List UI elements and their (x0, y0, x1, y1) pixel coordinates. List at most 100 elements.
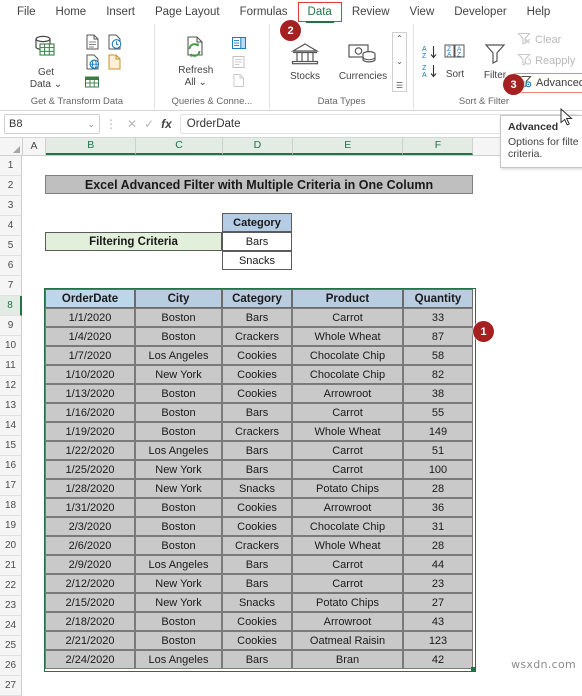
row-header-26[interactable]: 26 (0, 656, 22, 676)
row-header-21[interactable]: 21 (0, 556, 22, 576)
table-cell[interactable]: Boston (135, 327, 222, 346)
tab-developer[interactable]: Developer (445, 3, 515, 21)
table-cell[interactable]: 44 (403, 555, 473, 574)
table-cell[interactable]: 27 (403, 593, 473, 612)
table-cell[interactable]: 2/3/2020 (45, 517, 135, 536)
table-cell[interactable]: Whole Wheat (292, 422, 403, 441)
table-header-city[interactable]: City (135, 289, 222, 308)
insert-function-icon[interactable]: fx (161, 117, 172, 131)
row-header-2[interactable]: 2 (0, 176, 22, 196)
table-cell[interactable]: Carrot (292, 308, 403, 327)
table-cell[interactable]: 23 (403, 574, 473, 593)
table-cell[interactable]: 2/15/2020 (45, 593, 135, 612)
tab-home[interactable]: Home (47, 3, 96, 21)
table-cell[interactable]: Boston (135, 631, 222, 650)
row-header-16[interactable]: 16 (0, 456, 22, 476)
table-cell[interactable]: 2/6/2020 (45, 536, 135, 555)
table-cell[interactable]: 100 (403, 460, 473, 479)
clear-filter-button[interactable]: Clear (513, 31, 565, 49)
row-header-5[interactable]: 5 (0, 236, 22, 256)
row-header-18[interactable]: 18 (0, 496, 22, 516)
table-cell[interactable]: 1/22/2020 (45, 441, 135, 460)
table-cell[interactable]: Cookies (222, 631, 292, 650)
table-header-category[interactable]: Category (222, 289, 292, 308)
data-types-gallery-spinner[interactable]: ⌃ ⌄ ☰ (392, 31, 407, 92)
table-cell[interactable]: 149 (403, 422, 473, 441)
tab-formulas[interactable]: Formulas (231, 3, 297, 21)
table-cell[interactable]: Crackers (222, 536, 292, 555)
table-cell[interactable]: Whole Wheat (292, 536, 403, 555)
row-header-13[interactable]: 13 (0, 396, 22, 416)
table-cell[interactable]: Potato Chips (292, 479, 403, 498)
table-cell[interactable]: 123 (403, 631, 473, 650)
table-cell[interactable]: Snacks (222, 479, 292, 498)
table-header-orderdate[interactable]: OrderDate (45, 289, 135, 308)
column-header-c[interactable]: C (136, 138, 223, 155)
table-cell[interactable]: Potato Chips (292, 593, 403, 612)
table-cell[interactable]: 2/24/2020 (45, 650, 135, 669)
table-cell[interactable]: 2/12/2020 (45, 574, 135, 593)
table-cell[interactable]: Bars (222, 308, 292, 327)
table-cell[interactable]: 38 (403, 384, 473, 403)
name-box[interactable]: B8 ⌄ (4, 114, 100, 134)
table-cell[interactable]: Carrot (292, 403, 403, 422)
table-cell[interactable]: Bars (222, 650, 292, 669)
existing-connections-icon[interactable] (105, 53, 123, 71)
row-header-14[interactable]: 14 (0, 416, 22, 436)
table-cell[interactable]: 2/18/2020 (45, 612, 135, 631)
table-cell[interactable]: Cookies (222, 612, 292, 631)
row-header-19[interactable]: 19 (0, 516, 22, 536)
table-cell[interactable]: 1/1/2020 (45, 308, 135, 327)
table-cell[interactable]: Bars (222, 555, 292, 574)
table-cell[interactable]: 1/31/2020 (45, 498, 135, 517)
select-all-corner[interactable] (0, 138, 23, 155)
table-cell[interactable]: Chocolate Chip (292, 517, 403, 536)
tab-insert[interactable]: Insert (97, 3, 144, 21)
row-header-20[interactable]: 20 (0, 536, 22, 556)
refresh-all-button[interactable]: Refresh All ⌄ (166, 33, 226, 90)
row-header-12[interactable]: 12 (0, 376, 22, 396)
table-cell[interactable]: New York (135, 479, 222, 498)
table-cell[interactable]: Arrowroot (292, 612, 403, 631)
from-text-csv-icon[interactable] (83, 33, 101, 51)
row-header-27[interactable]: 27 (0, 676, 22, 696)
table-cell[interactable]: 1/13/2020 (45, 384, 135, 403)
criteria-value-snacks[interactable]: Snacks (222, 251, 292, 270)
table-cell[interactable]: Bars (222, 574, 292, 593)
table-cell[interactable]: Carrot (292, 555, 403, 574)
table-cell[interactable]: Boston (135, 536, 222, 555)
table-cell[interactable]: 87 (403, 327, 473, 346)
sort-ascending-icon[interactable]: A Z (421, 43, 439, 61)
table-header-quantity[interactable]: Quantity (403, 289, 473, 308)
filtering-criteria-label[interactable]: Filtering Criteria (45, 232, 222, 251)
table-cell[interactable]: Boston (135, 308, 222, 327)
table-cell[interactable]: Boston (135, 498, 222, 517)
table-cell[interactable]: 2/21/2020 (45, 631, 135, 650)
row-header-15[interactable]: 15 (0, 436, 22, 456)
table-cell[interactable]: Crackers (222, 327, 292, 346)
criteria-value-bars[interactable]: Bars (222, 232, 292, 251)
table-cell[interactable]: Bars (222, 403, 292, 422)
table-cell[interactable]: New York (135, 593, 222, 612)
table-cell[interactable]: 43 (403, 612, 473, 631)
row-header-4[interactable]: 4 (0, 216, 22, 236)
table-cell[interactable]: Oatmeal Raisin (292, 631, 403, 650)
row-header-17[interactable]: 17 (0, 476, 22, 496)
sort-button[interactable]: Z A A Z Sort (439, 41, 471, 82)
table-cell[interactable]: Los Angeles (135, 441, 222, 460)
row-header-9[interactable]: 9 (0, 316, 22, 336)
row-header-3[interactable]: 3 (0, 196, 22, 216)
table-cell[interactable]: 1/7/2020 (45, 346, 135, 365)
row-header-10[interactable]: 10 (0, 336, 22, 356)
table-cell[interactable]: Bran (292, 650, 403, 669)
table-cell[interactable]: Arrowroot (292, 498, 403, 517)
table-header-product[interactable]: Product (292, 289, 403, 308)
table-cell[interactable]: 55 (403, 403, 473, 422)
table-cell[interactable]: 1/16/2020 (45, 403, 135, 422)
tab-page-layout[interactable]: Page Layout (146, 3, 229, 21)
table-cell[interactable]: Carrot (292, 441, 403, 460)
table-cell[interactable]: Cookies (222, 384, 292, 403)
tab-view[interactable]: View (401, 3, 444, 21)
column-header-f[interactable]: F (403, 138, 474, 155)
table-cell[interactable]: 1/28/2020 (45, 479, 135, 498)
